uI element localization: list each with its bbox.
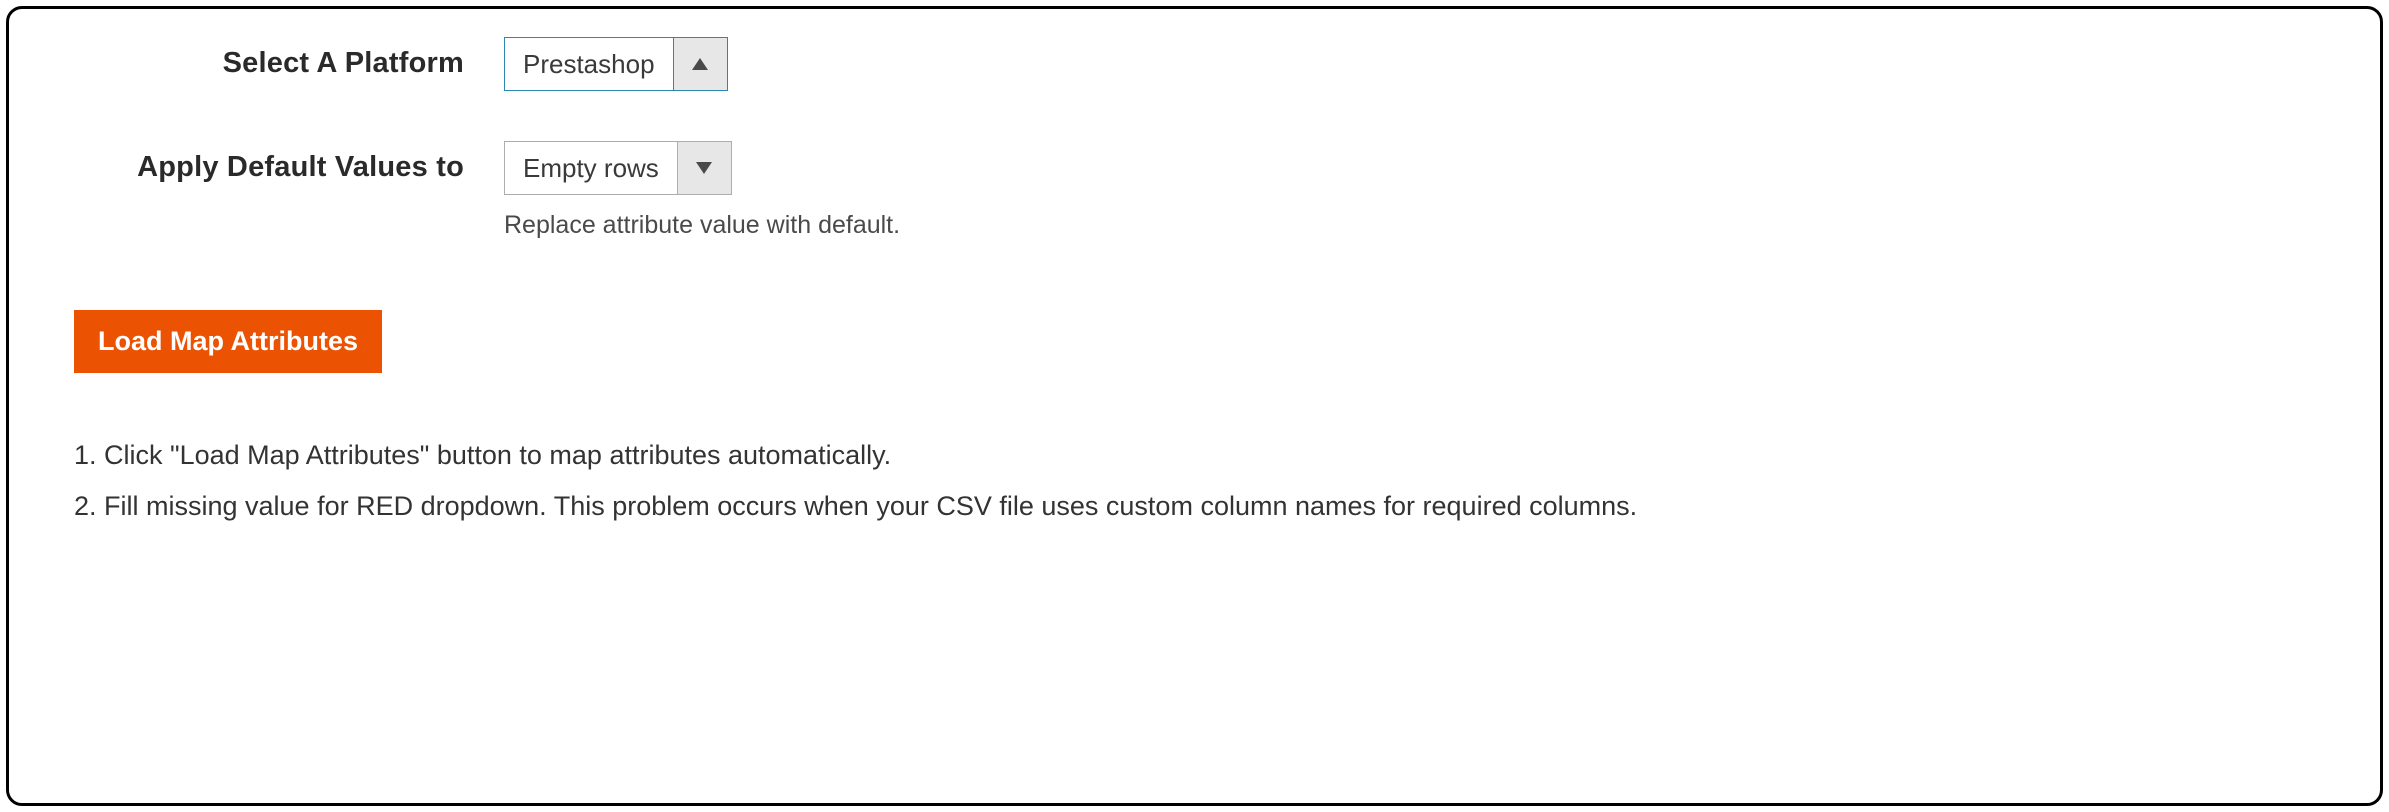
- instruction-2: 2. Fill missing value for RED dropdown. …: [74, 486, 2320, 527]
- platform-select[interactable]: Prestashop: [504, 37, 728, 91]
- default-values-select[interactable]: Empty rows: [504, 141, 900, 195]
- default-values-select-arrow[interactable]: [678, 141, 732, 195]
- instruction-1: 1. Click "Load Map Attributes" button to…: [74, 435, 2320, 476]
- default-values-row: Apply Default Values to Empty rows Repla…: [69, 141, 2320, 240]
- default-values-select-value: Empty rows: [504, 141, 678, 195]
- default-values-helper: Replace attribute value with default.: [504, 211, 900, 240]
- form-panel: Select A Platform Prestashop Apply Defau…: [6, 6, 2383, 806]
- platform-label: Select A Platform: [69, 37, 504, 80]
- platform-field: Prestashop: [504, 37, 728, 91]
- load-map-attributes-button[interactable]: Load Map Attributes: [74, 310, 382, 373]
- default-values-field: Empty rows Replace attribute value with …: [504, 141, 900, 240]
- platform-select-arrow[interactable]: [674, 37, 728, 91]
- instructions-section: 1. Click "Load Map Attributes" button to…: [74, 435, 2320, 526]
- default-values-label: Apply Default Values to: [69, 141, 504, 184]
- action-section: Load Map Attributes: [74, 310, 2320, 373]
- chevron-up-icon: [692, 58, 708, 70]
- chevron-down-icon: [696, 162, 712, 174]
- platform-select-value: Prestashop: [504, 37, 674, 91]
- platform-row: Select A Platform Prestashop: [69, 37, 2320, 91]
